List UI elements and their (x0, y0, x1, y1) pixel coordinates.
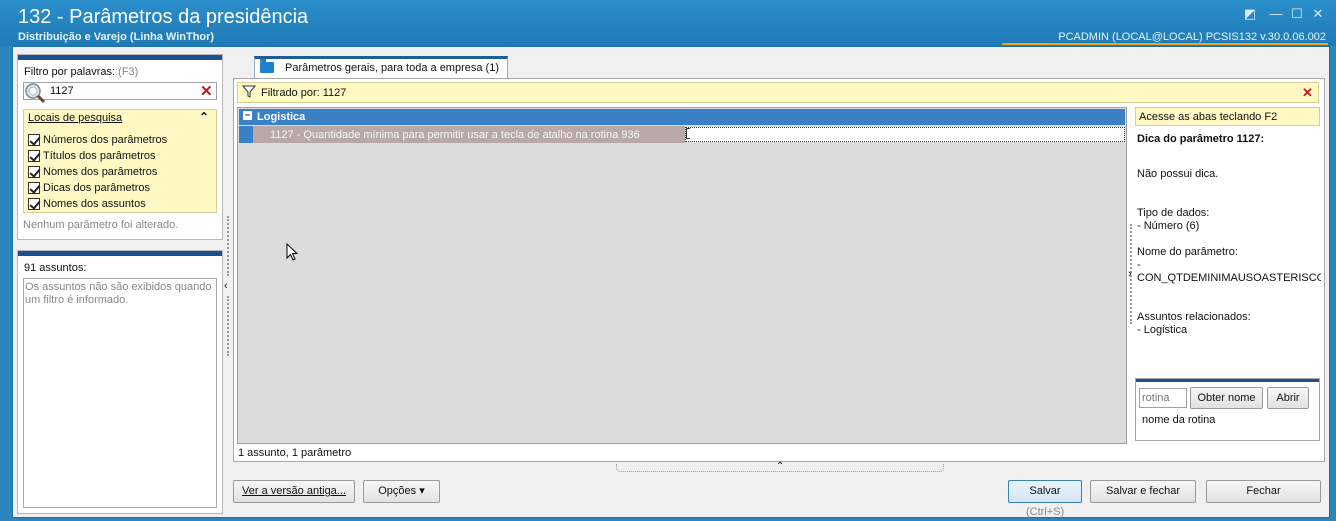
hint-text: Acesse as abas teclando F2 (1139, 111, 1278, 123)
param-name-value: CON_QTDEMINIMAUSOASTERISCO93 (1137, 272, 1321, 284)
grid-status: 1 assunto, 1 parâmetro (238, 447, 352, 459)
collapse-group-icon[interactable]: − (243, 111, 252, 120)
checkbox-row[interactable]: Nomes dos assuntos (28, 196, 146, 211)
filter-bar (237, 82, 1319, 103)
panel-accent (18, 251, 222, 256)
save-shortcut: (Ctrl+S) (1026, 506, 1065, 518)
filter-label: Filtro por palavras: (F3) (24, 66, 139, 78)
user-info: PCADMIN (LOCAL@LOCAL) PCSIS132 v.30.0.06… (1058, 31, 1326, 43)
tab-label: Parâmetros gerais, para toda a empresa (… (285, 62, 499, 74)
tip-text: Não possui dica. (1137, 168, 1219, 180)
panel-accent (18, 55, 222, 60)
param-name-label: Nome do parâmetro: (1137, 246, 1238, 258)
chevron-up-icon[interactable]: ⌃ (776, 461, 784, 472)
get-name-button[interactable]: Obter nome (1190, 387, 1263, 409)
minimize-icon[interactable]: — (1268, 6, 1284, 22)
open-button[interactable]: Abrir (1267, 387, 1309, 409)
old-version-button[interactable]: Ver a versão antiga... (233, 480, 355, 503)
subjects-list[interactable] (23, 278, 217, 508)
collapse-up-icon[interactable]: ⌃ (199, 110, 209, 124)
folder-icon (260, 59, 274, 73)
maximize-icon[interactable]: ☐ (1289, 6, 1305, 22)
parameter-value-field[interactable] (685, 127, 1125, 142)
search-icon (25, 83, 46, 104)
group-label: Logistica (257, 111, 306, 123)
checkbox[interactable] (28, 165, 40, 178)
funnel-icon (241, 85, 257, 101)
tip-title: Dica do parâmetro 1127: (1137, 133, 1265, 145)
checkbox[interactable] (28, 149, 40, 162)
panel-accent (1136, 379, 1319, 382)
parameter-label: 1127 - Quantidade mínima para permitir u… (270, 129, 640, 141)
chevron-right-icon[interactable]: › (1128, 268, 1132, 280)
chevron-left-icon[interactable]: ‹ (224, 280, 228, 292)
related-subjects-value: - Logistica (1137, 324, 1188, 336)
checkbox-row[interactable]: Dicas dos parâmetros (28, 180, 150, 195)
routine-name: nome da rotina (1142, 414, 1216, 426)
accent-line (1002, 43, 1328, 45)
data-type-value: - Número (6) (1137, 220, 1200, 232)
window-title: 132 - Parâmetros da presidência (18, 6, 309, 28)
close-icon[interactable]: ✕ (1310, 6, 1326, 22)
checkbox-row[interactable]: Números dos parâmetros (28, 132, 167, 147)
save-and-close-button[interactable]: Salvar e fechar (1090, 480, 1196, 503)
no-change-status: Nenhum parâmetro foi alterado. (23, 219, 179, 231)
group-row[interactable] (239, 109, 1125, 125)
subjects-message: Os assuntos não são exibidos quando um f… (25, 281, 212, 306)
checkbox-row[interactable]: Títulos dos parâmetros (28, 148, 156, 163)
filter-bar-text: Filtrado por: 1127 (261, 87, 347, 99)
checkbox[interactable] (28, 133, 40, 146)
search-locations-title[interactable]: Locais de pesquisa (28, 112, 122, 124)
clear-filter-icon[interactable]: ✕ (200, 82, 213, 100)
subjects-count: 91 assuntos: (24, 262, 87, 274)
filter-value[interactable]: 1127 (50, 85, 74, 97)
mouse-pointer-icon (286, 243, 298, 261)
param-name-dash: - (1137, 259, 1141, 271)
row-indicator (239, 126, 253, 143)
options-button[interactable]: Opções ▾ (363, 480, 440, 503)
window-subtitle: Distribuição e Varejo (Linha WinThor) (18, 31, 215, 43)
save-button[interactable]: Salvar (1008, 480, 1082, 503)
routine-input[interactable] (1139, 388, 1187, 408)
remove-filter-icon[interactable]: ✕ (1302, 85, 1313, 101)
edit-window-icon[interactable]: ◩ (1242, 6, 1258, 22)
text-cursor (686, 128, 690, 139)
checkbox-row[interactable]: Nomes dos parâmetros (28, 164, 157, 179)
data-type-label: Tipo de dados: (1137, 207, 1210, 219)
checkbox[interactable] (28, 197, 40, 210)
close-button[interactable]: Fechar (1206, 480, 1321, 503)
checkbox[interactable] (28, 181, 40, 194)
related-subjects-label: Assuntos relacionados: (1137, 311, 1251, 323)
parameters-grid[interactable] (237, 107, 1127, 444)
